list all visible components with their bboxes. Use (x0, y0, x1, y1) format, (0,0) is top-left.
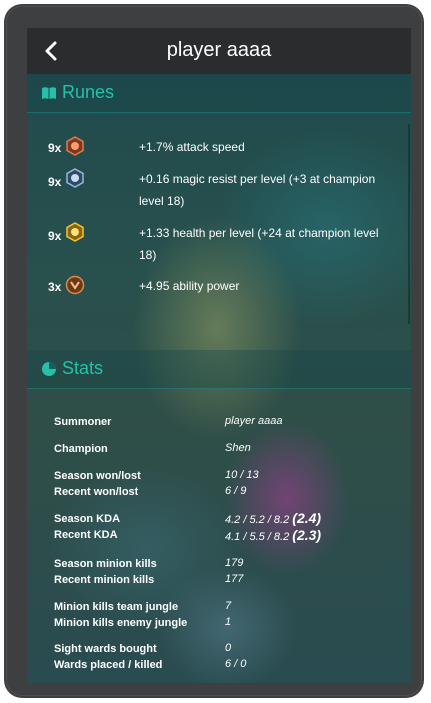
rune-description: +0.16 magic resist per level (+3 at cham… (139, 172, 376, 208)
glyph-rune-icon (66, 222, 84, 242)
stat-label: Season minion kills (54, 558, 157, 570)
stats-section-title: Stats (62, 358, 104, 378)
kda-ratio: (2.4) (292, 510, 322, 526)
kda-ratio: (2.3) (292, 527, 322, 543)
stat-label: Minion kills enemy jungle (54, 617, 188, 629)
stat-value: 179 (225, 557, 244, 569)
stat-value: 10 / 13 (225, 469, 259, 481)
stat-label: Minion kills team jungle (54, 601, 179, 613)
stat-label: Sight wards bought (54, 643, 157, 655)
stat-label: Season won/lost (54, 470, 141, 482)
rune-count: 9x (48, 229, 62, 243)
stat-value: 4.2 / 5.2 / 8.2 (2.4) (225, 510, 321, 526)
book-icon (42, 87, 56, 99)
device-frame: player aaaa Runes 9x +1.7% attack speed (4, 4, 424, 698)
rune-description: +1.33 health per level (+24 at champion … (139, 226, 379, 262)
stat-value: 7 (225, 600, 232, 612)
stat-label: Wards placed / killed (54, 659, 163, 671)
rune-count: 3x (48, 280, 62, 294)
pie-chart-icon (42, 362, 56, 376)
runes-section-header: Runes (27, 74, 411, 113)
stat-value: 6 / 9 (225, 485, 247, 497)
stat-value: Shen (225, 442, 251, 454)
stat-value: 177 (225, 573, 244, 585)
rune-count: 9x (48, 141, 62, 155)
seal-rune-icon (66, 168, 84, 188)
rune-row: 9x +0.16 magic resist per level (+3 at c… (27, 168, 411, 214)
rune-row: 3x +4.95 ability power (27, 275, 411, 299)
stat-value: 1 (225, 616, 232, 628)
rune-description: +4.95 ability power (139, 279, 240, 293)
stat-label: Recent won/lost (54, 486, 139, 498)
rune-row: 9x +1.33 health per level (+24 at champi… (27, 222, 411, 268)
stat-label: Recent minion kills (54, 574, 155, 586)
stats-section-header: Stats (27, 350, 411, 389)
app-screen: player aaaa Runes 9x +1.7% attack speed (27, 28, 411, 683)
runes-section-title: Runes (62, 82, 115, 102)
app-bar: player aaaa (27, 28, 411, 74)
quintessence-rune-icon (65, 275, 85, 295)
stat-value: 6 / 0 (225, 658, 247, 670)
stat-value: 0 (225, 642, 232, 654)
stat-label: Summoner (54, 416, 112, 428)
rune-row: 9x +1.7% attack speed (27, 136, 411, 160)
kda-value: 4.1 / 5.5 / 8.2 (225, 531, 290, 543)
content-scroll-area[interactable]: Runes 9x +1.7% attack speed 9x +0.16 mag… (27, 74, 411, 683)
kda-value: 4.2 / 5.2 / 8.2 (225, 514, 290, 526)
stat-label: Recent KDA (54, 529, 118, 541)
stat-label: Season KDA (54, 513, 121, 525)
stat-value: 4.1 / 5.5 / 8.2 (2.3) (225, 527, 321, 543)
rune-count: 9x (48, 175, 62, 189)
stat-label: Champion (54, 443, 108, 455)
rune-description: +1.7% attack speed (139, 140, 245, 154)
mark-rune-icon (66, 136, 84, 156)
page-title: player aaaa (166, 39, 272, 61)
stat-value: player aaaa (225, 415, 283, 427)
